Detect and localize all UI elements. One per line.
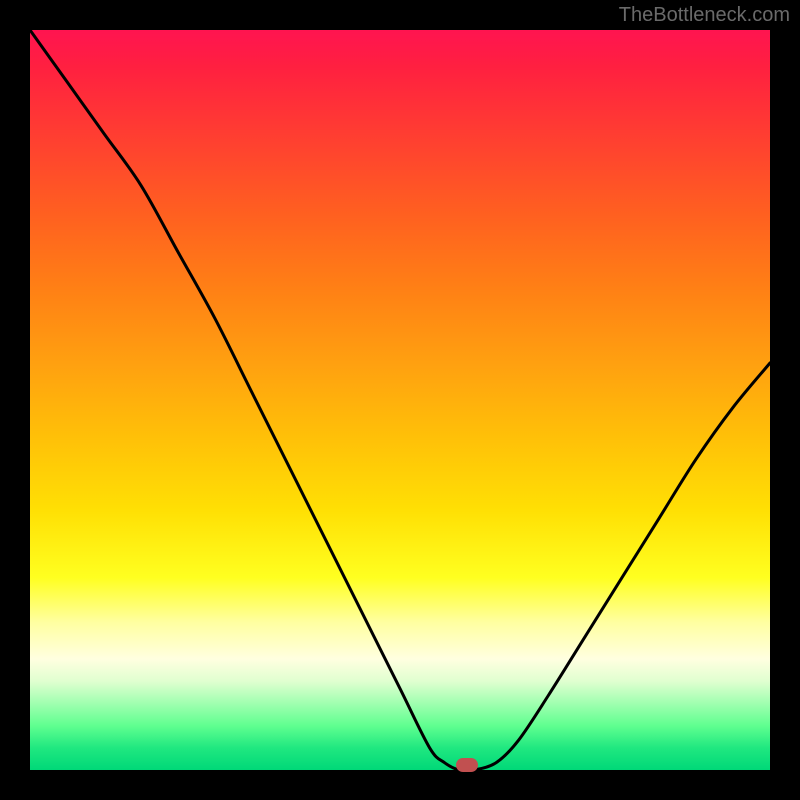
curve-svg — [30, 30, 770, 770]
min-marker — [456, 758, 478, 772]
bottleneck-curve-path — [30, 30, 770, 770]
plot-area — [30, 30, 770, 770]
attribution-text: TheBottleneck.com — [619, 4, 790, 27]
